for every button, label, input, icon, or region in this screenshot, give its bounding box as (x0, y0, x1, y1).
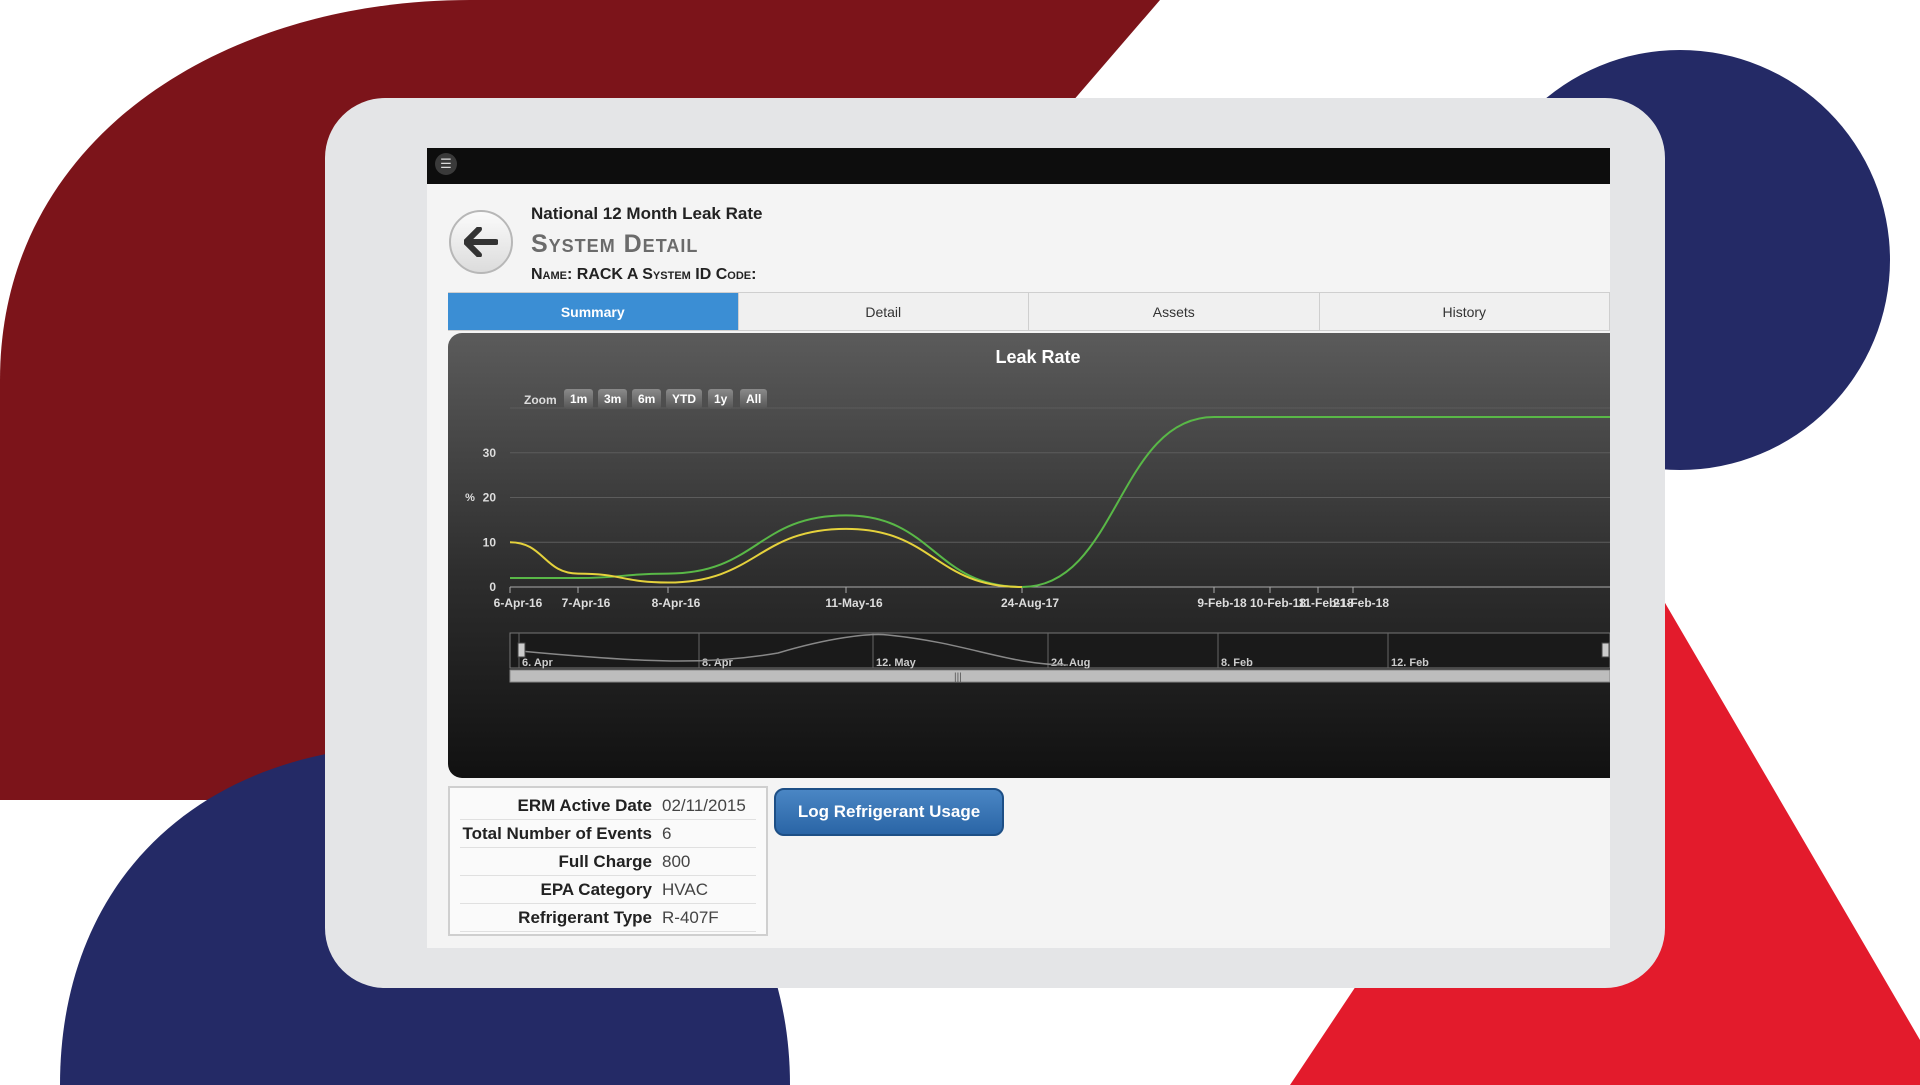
x-tick-label: 6-Apr-16 (494, 596, 543, 610)
navigator-handle-left (517, 642, 526, 658)
navigator-label: 6. Apr (522, 657, 553, 669)
zoom-ytd-button[interactable]: YTD (666, 389, 702, 409)
zoom-3m-button[interactable]: 3m (598, 389, 628, 409)
system-name-line: Name: RACK A System ID Code: (531, 266, 757, 283)
info-row: Total Number of Events 6 (460, 820, 756, 848)
tab-bar: Summary Detail Assets History (448, 292, 1610, 331)
back-button[interactable] (449, 210, 513, 274)
x-tick-label: 11-May-16 (825, 596, 883, 610)
series-line-1 (510, 415, 1610, 589)
info-label: Total Number of Events (462, 823, 652, 843)
zoom-all-button[interactable]: All (740, 389, 768, 409)
info-row: Full Charge 800 (460, 848, 756, 876)
navigator-label: 24. Aug (1051, 657, 1090, 669)
arrow-left-icon (464, 227, 498, 257)
page-title: System Detail (531, 230, 699, 258)
hamburger-menu-icon[interactable]: ☰ (435, 153, 457, 175)
zoom-1m-button[interactable]: 1m (564, 389, 594, 409)
info-value: HVAC (662, 879, 708, 899)
x-tick-label: 8-Apr-16 (652, 596, 701, 610)
navigator-label: 12. Feb (1391, 657, 1429, 669)
navigator-scrollbar (509, 669, 1610, 683)
leak-rate-chart: 0 10 20 30% 6-Apr-16 7-Apr-16 8-Apr-16 11-May-1… (448, 333, 1610, 778)
x-tick-label: 24-Aug-17 (1001, 596, 1059, 610)
info-label: Refrigerant Type (518, 907, 652, 927)
y-tick-label: 20 (483, 491, 497, 505)
info-row: EPA Category HVAC (460, 876, 756, 904)
x-tick-label: 21-Feb-18 (1333, 596, 1389, 610)
info-row: Refrigerant Type R-407F (460, 904, 756, 932)
zoom-1y-button[interactable]: 1y (708, 389, 734, 409)
zoom-label: Zoom (524, 393, 557, 407)
page-subtitle: National 12 Month Leak Rate (531, 204, 763, 223)
tab-assets[interactable]: Assets (1029, 293, 1320, 331)
x-tick-label: 7-Apr-16 (562, 596, 611, 610)
y-tick-label: 10 (483, 535, 497, 549)
info-value: R-407F (662, 907, 719, 927)
info-label: Full Charge (558, 851, 652, 871)
top-bar: ☰ (427, 148, 1610, 184)
tab-history[interactable]: History (1319, 293, 1610, 331)
y-axis-label: % (465, 492, 475, 504)
info-value: 6 (662, 823, 672, 843)
chart-title: Leak Rate (995, 347, 1081, 367)
scrollbar-grip: ||| (954, 672, 962, 683)
info-label: EPA Category (540, 879, 652, 899)
system-info-table: ERM Active Date 02/11/2015 Total Number … (448, 786, 768, 936)
navigator-handle-right (1601, 642, 1610, 658)
tab-detail[interactable]: Detail (738, 293, 1029, 331)
log-refrigerant-usage-button[interactable]: Log Refrigerant Usage (774, 788, 1004, 836)
y-tick-label: 30 (483, 446, 497, 460)
info-row: ERM Active Date 02/11/2015 (460, 792, 756, 820)
info-label: ERM Active Date (517, 795, 652, 815)
tab-summary[interactable]: Summary (448, 293, 739, 331)
info-value: 02/11/2015 (662, 795, 746, 815)
info-value: 800 (662, 851, 691, 871)
app-screen: ☰ National 12 Month Leak Rate System Det… (427, 148, 1610, 948)
x-tick-label: 9-Feb-18 (1197, 596, 1247, 610)
zoom-6m-button[interactable]: 6m (632, 389, 662, 409)
navigator-label: 12. May (876, 657, 917, 669)
y-tick-label: 0 (489, 580, 496, 594)
navigator-label: 8. Feb (1221, 657, 1253, 669)
